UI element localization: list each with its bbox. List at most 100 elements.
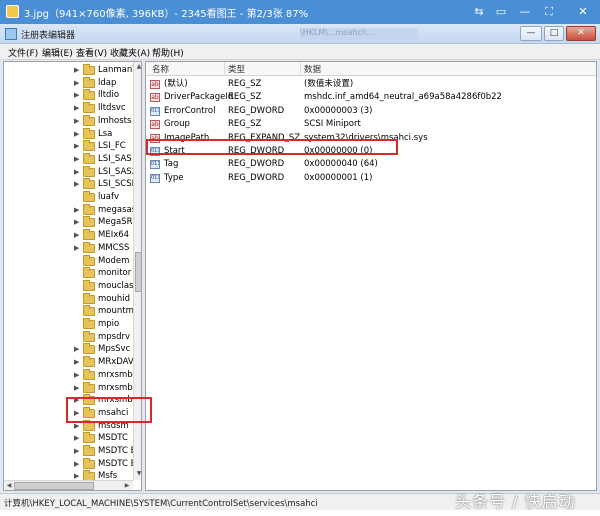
expand-arrow-icon[interactable]: ▶ [74, 344, 82, 354]
tree-item-label: Modem [98, 255, 130, 266]
tree-item[interactable]: monitor [4, 267, 141, 280]
menu-help[interactable]: 帮助(H) [152, 46, 184, 59]
expand-arrow-icon[interactable]: ▶ [74, 90, 82, 100]
folder-icon [83, 267, 95, 279]
tree-item[interactable]: ▶ LanmanW [4, 64, 141, 77]
viewer-switch-icon[interactable]: ⇆ [470, 3, 488, 20]
expand-arrow-icon[interactable] [74, 256, 82, 266]
expand-arrow-icon[interactable]: ▶ [74, 446, 82, 456]
minimize-button[interactable]: — [520, 26, 542, 41]
expand-arrow-icon[interactable]: ▶ [74, 243, 82, 253]
tree-item[interactable]: ▶ MpsSvc [4, 343, 141, 356]
tree-item[interactable]: ▶ MSDTC [4, 432, 141, 445]
expand-arrow-icon[interactable]: ▶ [74, 459, 82, 469]
expand-arrow-icon[interactable] [74, 294, 82, 304]
key-tree-pane[interactable]: ▶ LanmanW ▶ ldap ▶ lltdio ▶ lltdsvc ▶ lmhosts ▶ Lsa… [3, 61, 142, 491]
column-header-name[interactable]: 名称 [152, 63, 169, 75]
expand-arrow-icon[interactable] [74, 192, 82, 202]
column-header-data[interactable]: 数据 [304, 63, 321, 75]
tree-item[interactable]: ▶ LSI_SCSI [4, 178, 141, 191]
menu-view[interactable]: 查看(V) [76, 46, 107, 59]
viewer-close-icon[interactable]: ✕ [574, 3, 592, 20]
tree-item[interactable]: Modem [4, 254, 141, 268]
viewer-fullscreen-icon[interactable]: ⛶ [540, 3, 558, 20]
tree-item-label: Lsa [98, 128, 113, 139]
expand-arrow-icon[interactable]: ▶ [74, 129, 82, 139]
expand-arrow-icon[interactable]: ▶ [74, 357, 82, 367]
value-row[interactable]: ab DriverPackageId REG_SZ mshdc.inf_amd64_n… [146, 91, 596, 104]
value-row[interactable]: 011 Type REG_DWORD 0x00000001 (1) [146, 172, 596, 185]
tree-hscroll-thumb[interactable] [14, 482, 94, 490]
expand-arrow-icon[interactable]: ▶ [74, 205, 82, 215]
column-separator[interactable] [224, 62, 225, 76]
tree-item[interactable]: ▶ ldap [4, 76, 141, 90]
tree-item[interactable]: ▶ megasas [4, 203, 141, 217]
maximize-button[interactable]: □ [544, 26, 564, 41]
folder-icon [83, 343, 95, 355]
value-row[interactable]: ab (默认) REG_SZ (数值未设置) [146, 78, 596, 91]
tree-item[interactable]: mpsdrv [4, 330, 141, 344]
value-row[interactable]: 011 ErrorControl REG_DWORD 0x00000003 (3) [146, 105, 596, 118]
tree-item[interactable]: ▶ MMCSS [4, 241, 141, 255]
tree-scroll-thumb[interactable] [135, 252, 141, 292]
column-separator[interactable] [300, 62, 301, 76]
scroll-up-icon[interactable]: ▲ [134, 62, 141, 72]
tree-item[interactable]: ▶ MEIx64 [4, 229, 141, 242]
expand-arrow-icon[interactable]: ▶ [74, 103, 82, 113]
scroll-right-icon[interactable]: ▶ [122, 481, 132, 490]
tree-item[interactable]: ▶ MegaSR [4, 216, 141, 229]
regedit-app-icon [5, 28, 17, 40]
string-value-icon: ab [150, 93, 160, 103]
tree-item[interactable]: ▶ mrxsmb [4, 368, 141, 382]
expand-arrow-icon[interactable] [74, 319, 82, 329]
scroll-left-icon[interactable]: ◀ [4, 481, 14, 490]
viewer-minimize-icon[interactable]: — [516, 3, 534, 20]
menu-file[interactable]: 文件(F) [8, 46, 38, 59]
menu-favorites[interactable]: 收藏夹(A) [110, 46, 150, 59]
tree-item[interactable]: ▶ mrxsmb10 [4, 381, 141, 395]
menu-edit[interactable]: 编辑(E) [42, 46, 73, 59]
scroll-down-icon[interactable]: ▼ [134, 469, 141, 479]
tree-item[interactable]: mouclass [4, 279, 141, 293]
tree-item[interactable]: ▶ MSDTC Br [4, 445, 141, 458]
expand-arrow-icon[interactable]: ▶ [74, 383, 82, 393]
expand-arrow-icon[interactable] [74, 281, 82, 291]
values-list-pane[interactable]: 名称 类型 数据 ab (默认) REG_SZ (数值未设置) ab DriverPack… [145, 61, 597, 491]
expand-arrow-icon[interactable]: ▶ [74, 433, 82, 443]
tree-item[interactable]: ▶ LSI_SAS2 [4, 165, 141, 179]
tree-item-label: lltdsvc [98, 103, 126, 114]
viewer-window-mode-icon[interactable]: ▭ [492, 3, 510, 20]
tree-item[interactable]: ▶ LSI_SAS [4, 152, 141, 166]
expand-arrow-icon[interactable]: ▶ [74, 217, 82, 227]
tree-item[interactable]: ▶ LSI_FC [4, 140, 141, 153]
expand-arrow-icon[interactable] [74, 306, 82, 316]
tree-item[interactable]: ▶ lltdio [4, 89, 141, 102]
watermark: 头条号 / 快启动 [455, 492, 576, 511]
expand-arrow-icon[interactable]: ▶ [74, 141, 82, 151]
expand-arrow-icon[interactable] [74, 268, 82, 278]
tree-item[interactable]: mountmg [4, 305, 141, 318]
expand-arrow-icon[interactable] [74, 332, 82, 342]
tree-item[interactable]: ▶ Lsa [4, 127, 141, 141]
binary-value-icon: 011 [150, 173, 160, 183]
tree-horizontal-scrollbar[interactable]: ◀ ▶ [4, 480, 133, 490]
tree-item[interactable]: mouhid [4, 292, 141, 306]
value-row[interactable]: 011 Tag REG_DWORD 0x00000040 (64) [146, 158, 596, 171]
value-row[interactable]: ab Group REG_SZ SCSI Miniport [146, 118, 596, 131]
tree-item[interactable]: ▶ lmhosts [4, 114, 141, 128]
tree-item[interactable]: mpio [4, 318, 141, 331]
tree-item[interactable]: luafv [4, 191, 141, 204]
expand-arrow-icon[interactable]: ▶ [74, 370, 82, 380]
expand-arrow-icon[interactable]: ▶ [74, 167, 82, 177]
column-header-type[interactable]: 类型 [228, 63, 245, 75]
expand-arrow-icon[interactable]: ▶ [74, 154, 82, 164]
expand-arrow-icon[interactable]: ▶ [74, 78, 82, 88]
close-button[interactable]: ✕ [566, 26, 596, 41]
tree-item[interactable]: ▶ MSDTC Br [4, 457, 141, 471]
expand-arrow-icon[interactable]: ▶ [74, 65, 82, 75]
tree-item[interactable]: ▶ lltdsvc [4, 102, 141, 115]
tree-item[interactable]: ▶ MRxDAV [4, 356, 141, 369]
expand-arrow-icon[interactable]: ▶ [74, 230, 82, 240]
expand-arrow-icon[interactable]: ▶ [74, 116, 82, 126]
expand-arrow-icon[interactable]: ▶ [74, 179, 82, 189]
